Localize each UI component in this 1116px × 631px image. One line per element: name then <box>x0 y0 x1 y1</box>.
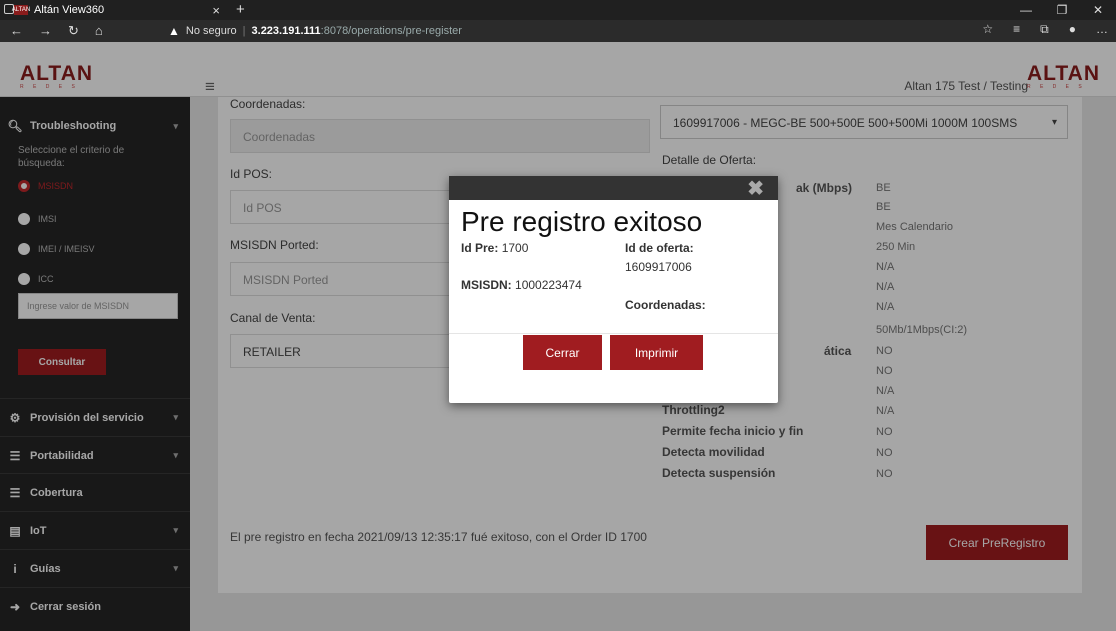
modal-divider <box>449 333 778 334</box>
imprimir-button[interactable]: Imprimir <box>610 335 703 370</box>
close-icon[interactable]: ✖ <box>747 176 764 201</box>
coord-label: Coordenadas: <box>625 298 706 312</box>
tab-close-icon[interactable]: × <box>212 3 220 18</box>
oferta-label: Id de oferta: <box>625 241 694 255</box>
restore-icon[interactable]: ❐ <box>1044 0 1080 20</box>
browser-titlebar: ALTAN Altán View360 × + — ❐ ✕ <box>0 0 1116 20</box>
modal-title: Pre registro exitoso <box>461 206 703 237</box>
url-path: :8078/operations/pre-register <box>320 25 462 37</box>
msisdn-field: MSISDN: 1000223474 <box>461 278 582 292</box>
success-modal: ✖ Pre registro exitoso Id Pre: 1700 Id d… <box>449 176 778 403</box>
home-icon[interactable]: ⌂ <box>95 23 103 39</box>
url-host: 3.223.191.111 <box>251 25 321 37</box>
browser-tab[interactable]: ALTAN Altán View360 × <box>11 0 230 20</box>
address-bar: ← → ↻ ⌂ ▲ No seguro | 3.223.191.111:8078… <box>0 20 1116 42</box>
modal-header: ✖ <box>449 176 778 200</box>
cerrar-button[interactable]: Cerrar <box>523 335 602 370</box>
new-tab-icon[interactable]: + <box>236 1 245 18</box>
idpre-field: Id Pre: 1700 <box>461 241 529 255</box>
reload-icon[interactable]: ↻ <box>68 23 79 39</box>
profile-icon[interactable]: ● <box>1069 22 1076 37</box>
menu-icon[interactable]: … <box>1096 22 1108 37</box>
security-label: No seguro <box>185 25 237 37</box>
window-close-icon[interactable]: ✕ <box>1080 0 1116 20</box>
favorite-add-icon[interactable]: ☆ <box>982 22 993 37</box>
back-icon[interactable]: ← <box>10 23 23 39</box>
forward-icon[interactable]: → <box>39 23 52 39</box>
minimize-icon[interactable]: — <box>1008 0 1044 20</box>
favicon-icon: ALTAN <box>11 5 31 15</box>
favorites-icon[interactable]: ≡ <box>1013 22 1020 37</box>
url-field[interactable]: ▲ No seguro | 3.223.191.111:8078/operati… <box>168 21 928 41</box>
oferta-value: 1609917006 <box>625 260 692 274</box>
tab-title: Altán View360 <box>34 4 105 16</box>
warning-icon: ▲ <box>168 24 180 38</box>
collections-icon[interactable]: ⧉ <box>1040 22 1049 37</box>
